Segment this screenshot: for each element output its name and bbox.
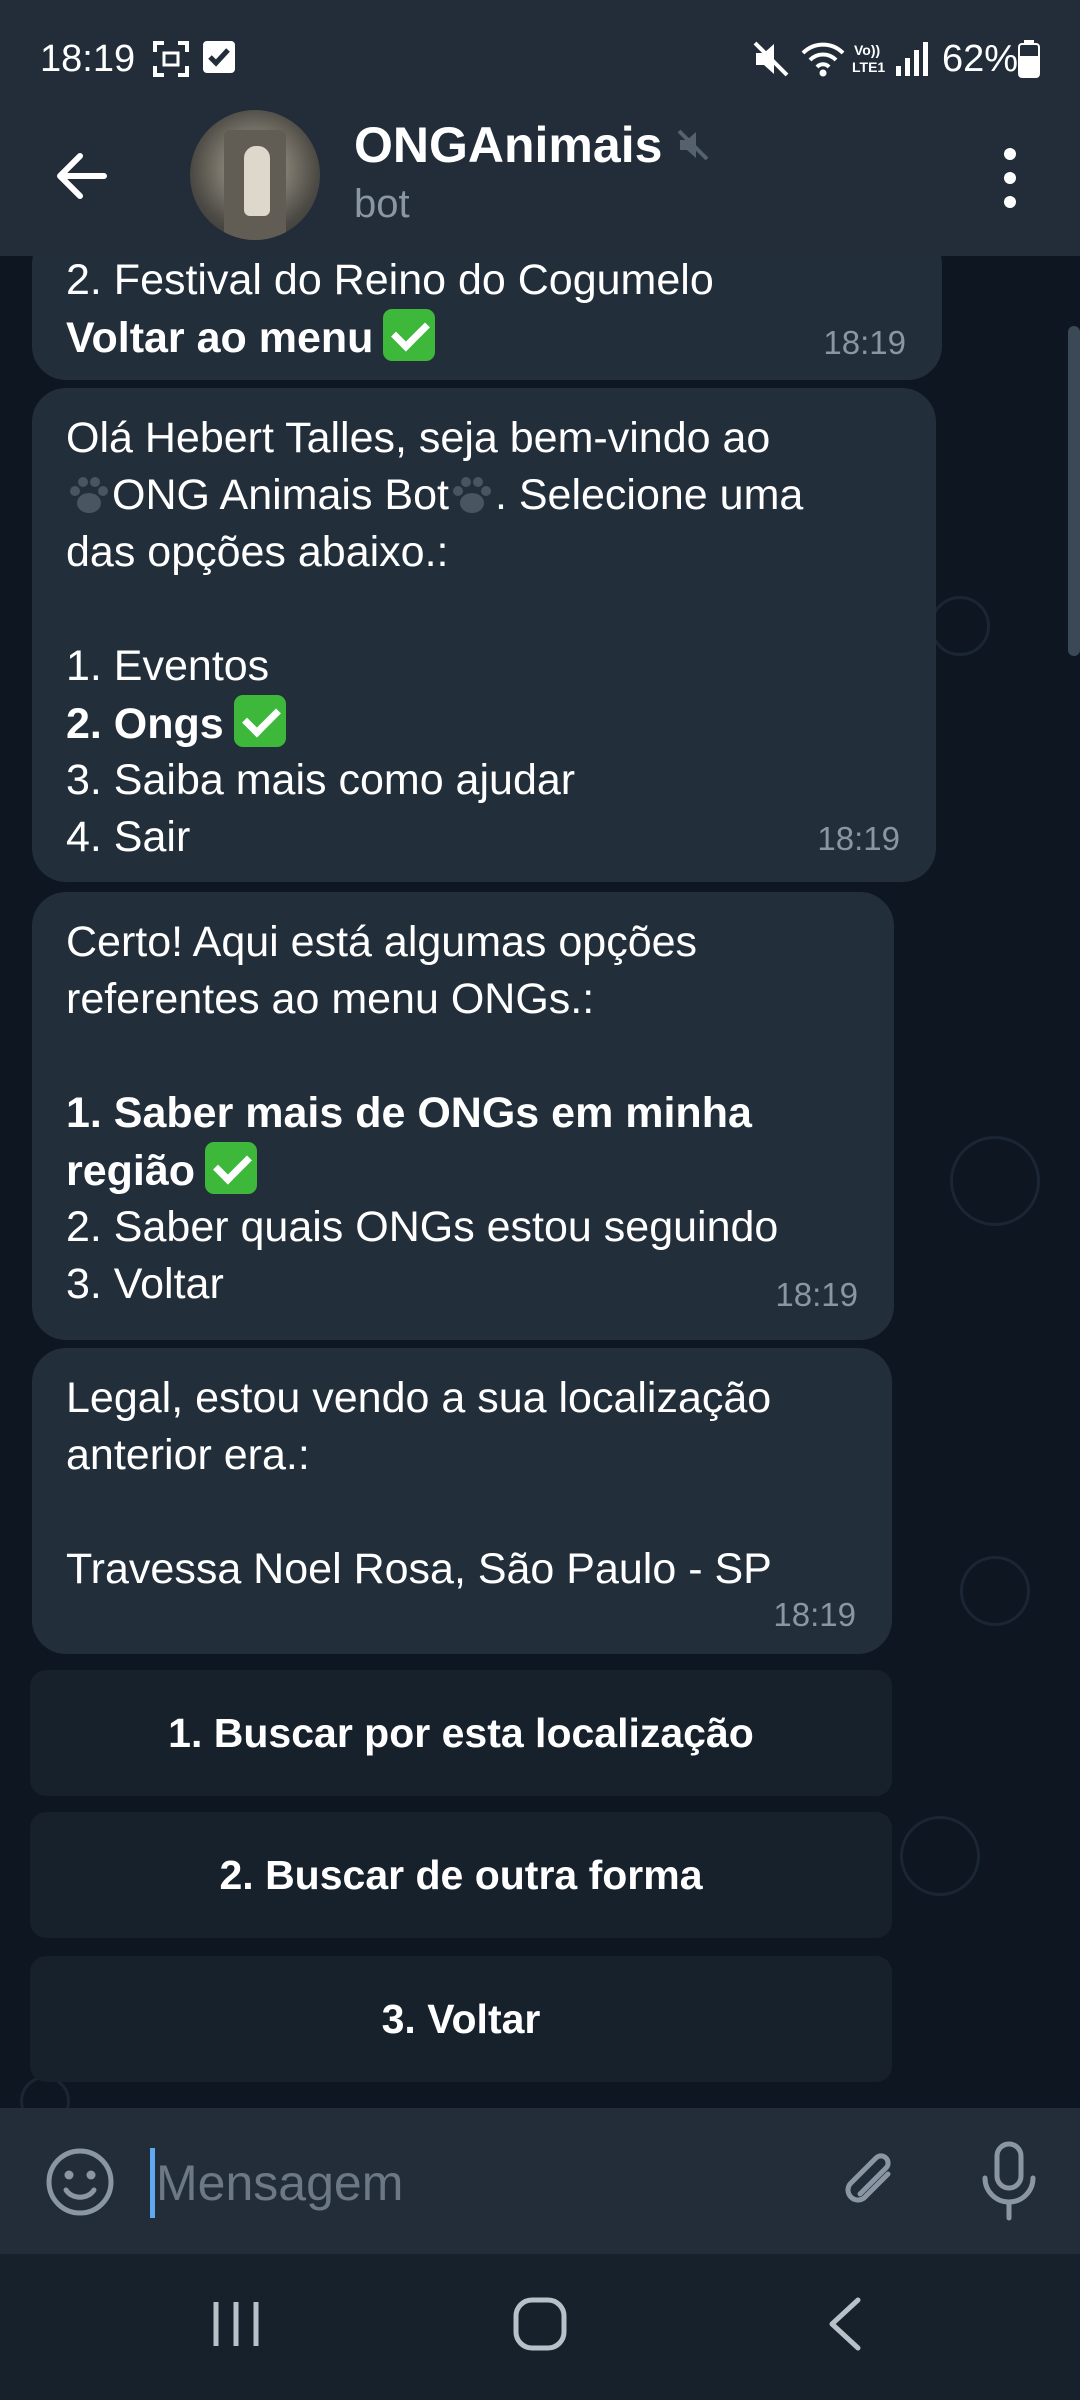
message-line: 4. Sair bbox=[66, 813, 191, 861]
attach-icon[interactable] bbox=[830, 2144, 910, 2224]
check-emoji-icon bbox=[205, 1142, 258, 1194]
message-bubble: Certo! Aqui está algumas opções referent… bbox=[32, 892, 894, 1340]
scrollbar[interactable] bbox=[1068, 326, 1080, 656]
chat-subtitle: bot bbox=[354, 182, 410, 226]
message-line: 2. Ongs bbox=[66, 695, 902, 752]
background-doodle bbox=[900, 1816, 980, 1896]
status-bar: 18:19 Vo)) LTE1 62% bbox=[0, 0, 1080, 120]
volte-icon: Vo)) LTE1 bbox=[852, 42, 885, 75]
background-doodle bbox=[930, 596, 990, 656]
check-emoji-icon bbox=[383, 309, 436, 361]
message-line: Certo! Aqui está algumas opções bbox=[66, 918, 698, 966]
text-caret bbox=[150, 2148, 155, 2218]
emoji-icon[interactable] bbox=[44, 2146, 116, 2218]
battery-icon bbox=[1018, 40, 1040, 78]
home-icon[interactable] bbox=[510, 2294, 570, 2354]
message-line: ONG Animais Bot . Selecione uma bbox=[66, 467, 902, 524]
chat-area[interactable]: 2. Festival do Reino do Cogumelo Voltar … bbox=[0, 256, 1080, 2108]
signal-icon bbox=[896, 42, 928, 76]
message-line: anterior era.: bbox=[66, 1431, 310, 1479]
chat-header: ONGAnimais bot bbox=[0, 104, 1080, 256]
paw-emoji-icon bbox=[452, 477, 491, 513]
check-square-icon bbox=[203, 41, 235, 73]
back-arrow-icon[interactable] bbox=[50, 144, 114, 208]
more-options-icon[interactable] bbox=[990, 146, 1030, 210]
message-bubble: 2. Festival do Reino do Cogumelo Voltar … bbox=[32, 256, 942, 380]
inline-button-search-location[interactable]: 1. Buscar por esta localização bbox=[30, 1670, 892, 1796]
mute-icon bbox=[753, 41, 789, 77]
screenshot-icon bbox=[153, 41, 189, 77]
message-line: 3. Saiba mais como ajudar bbox=[66, 756, 576, 804]
message-time: 18:19 bbox=[817, 820, 900, 857]
message-line: Legal, estou vendo a sua localização bbox=[66, 1374, 772, 1422]
message-line: 1. Saber mais de ONGs em minha bbox=[66, 1089, 752, 1137]
check-emoji-icon bbox=[233, 695, 286, 747]
message-bubble: Olá Hebert Talles, seja bem-vindo ao ONG… bbox=[32, 388, 936, 882]
muted-chat-icon bbox=[677, 129, 709, 161]
nav-back-icon[interactable] bbox=[822, 2294, 866, 2354]
top-bar: 18:19 Vo)) LTE1 62% ONGAnimais bot bbox=[0, 0, 1080, 256]
message-bubble: Legal, estou vendo a sua localização ant… bbox=[32, 1348, 892, 1654]
message-input-bar: Mensagem bbox=[0, 2108, 1080, 2254]
message-time: 18:19 bbox=[823, 324, 906, 361]
message-line: das opções abaixo.: bbox=[66, 528, 449, 576]
message-line: 3. Voltar bbox=[66, 1260, 224, 1308]
svg-text:LTE1: LTE1 bbox=[852, 59, 885, 75]
wifi-icon bbox=[801, 42, 845, 77]
message-line: 2. Festival do Reino do Cogumelo bbox=[66, 256, 714, 304]
message-time: 18:19 bbox=[773, 1596, 856, 1633]
chat-title[interactable]: ONGAnimais bbox=[354, 116, 662, 174]
system-nav-bar bbox=[0, 2254, 1080, 2400]
battery-percent: 62% bbox=[941, 38, 1018, 80]
paw-emoji-icon bbox=[70, 477, 108, 513]
inline-button-back[interactable]: 3. Voltar bbox=[30, 1956, 892, 2082]
message-line: Travessa Noel Rosa, São Paulo - SP bbox=[66, 1545, 772, 1593]
message-time: 18:19 bbox=[775, 1276, 858, 1313]
message-line: 2. Saber quais ONGs estou seguindo bbox=[66, 1203, 779, 1251]
message-line: Voltar ao menu bbox=[66, 309, 908, 366]
status-time: 18:19 bbox=[40, 38, 136, 80]
message-line: referentes ao menu ONGs.: bbox=[66, 975, 595, 1023]
background-doodle bbox=[950, 1136, 1040, 1226]
message-line: 1. Eventos bbox=[66, 642, 270, 690]
message-line: Olá Hebert Talles, seja bem-vindo ao bbox=[66, 414, 771, 462]
recent-apps-icon[interactable] bbox=[210, 2298, 262, 2350]
microphone-icon[interactable] bbox=[970, 2140, 1048, 2224]
avatar[interactable] bbox=[190, 110, 320, 240]
message-line: região bbox=[66, 1142, 860, 1199]
svg-text:Vo)): Vo)) bbox=[854, 42, 880, 58]
message-input[interactable]: Mensagem bbox=[156, 2154, 403, 2212]
background-doodle bbox=[960, 1556, 1030, 1626]
inline-button-search-other[interactable]: 2. Buscar de outra forma bbox=[30, 1812, 892, 1938]
